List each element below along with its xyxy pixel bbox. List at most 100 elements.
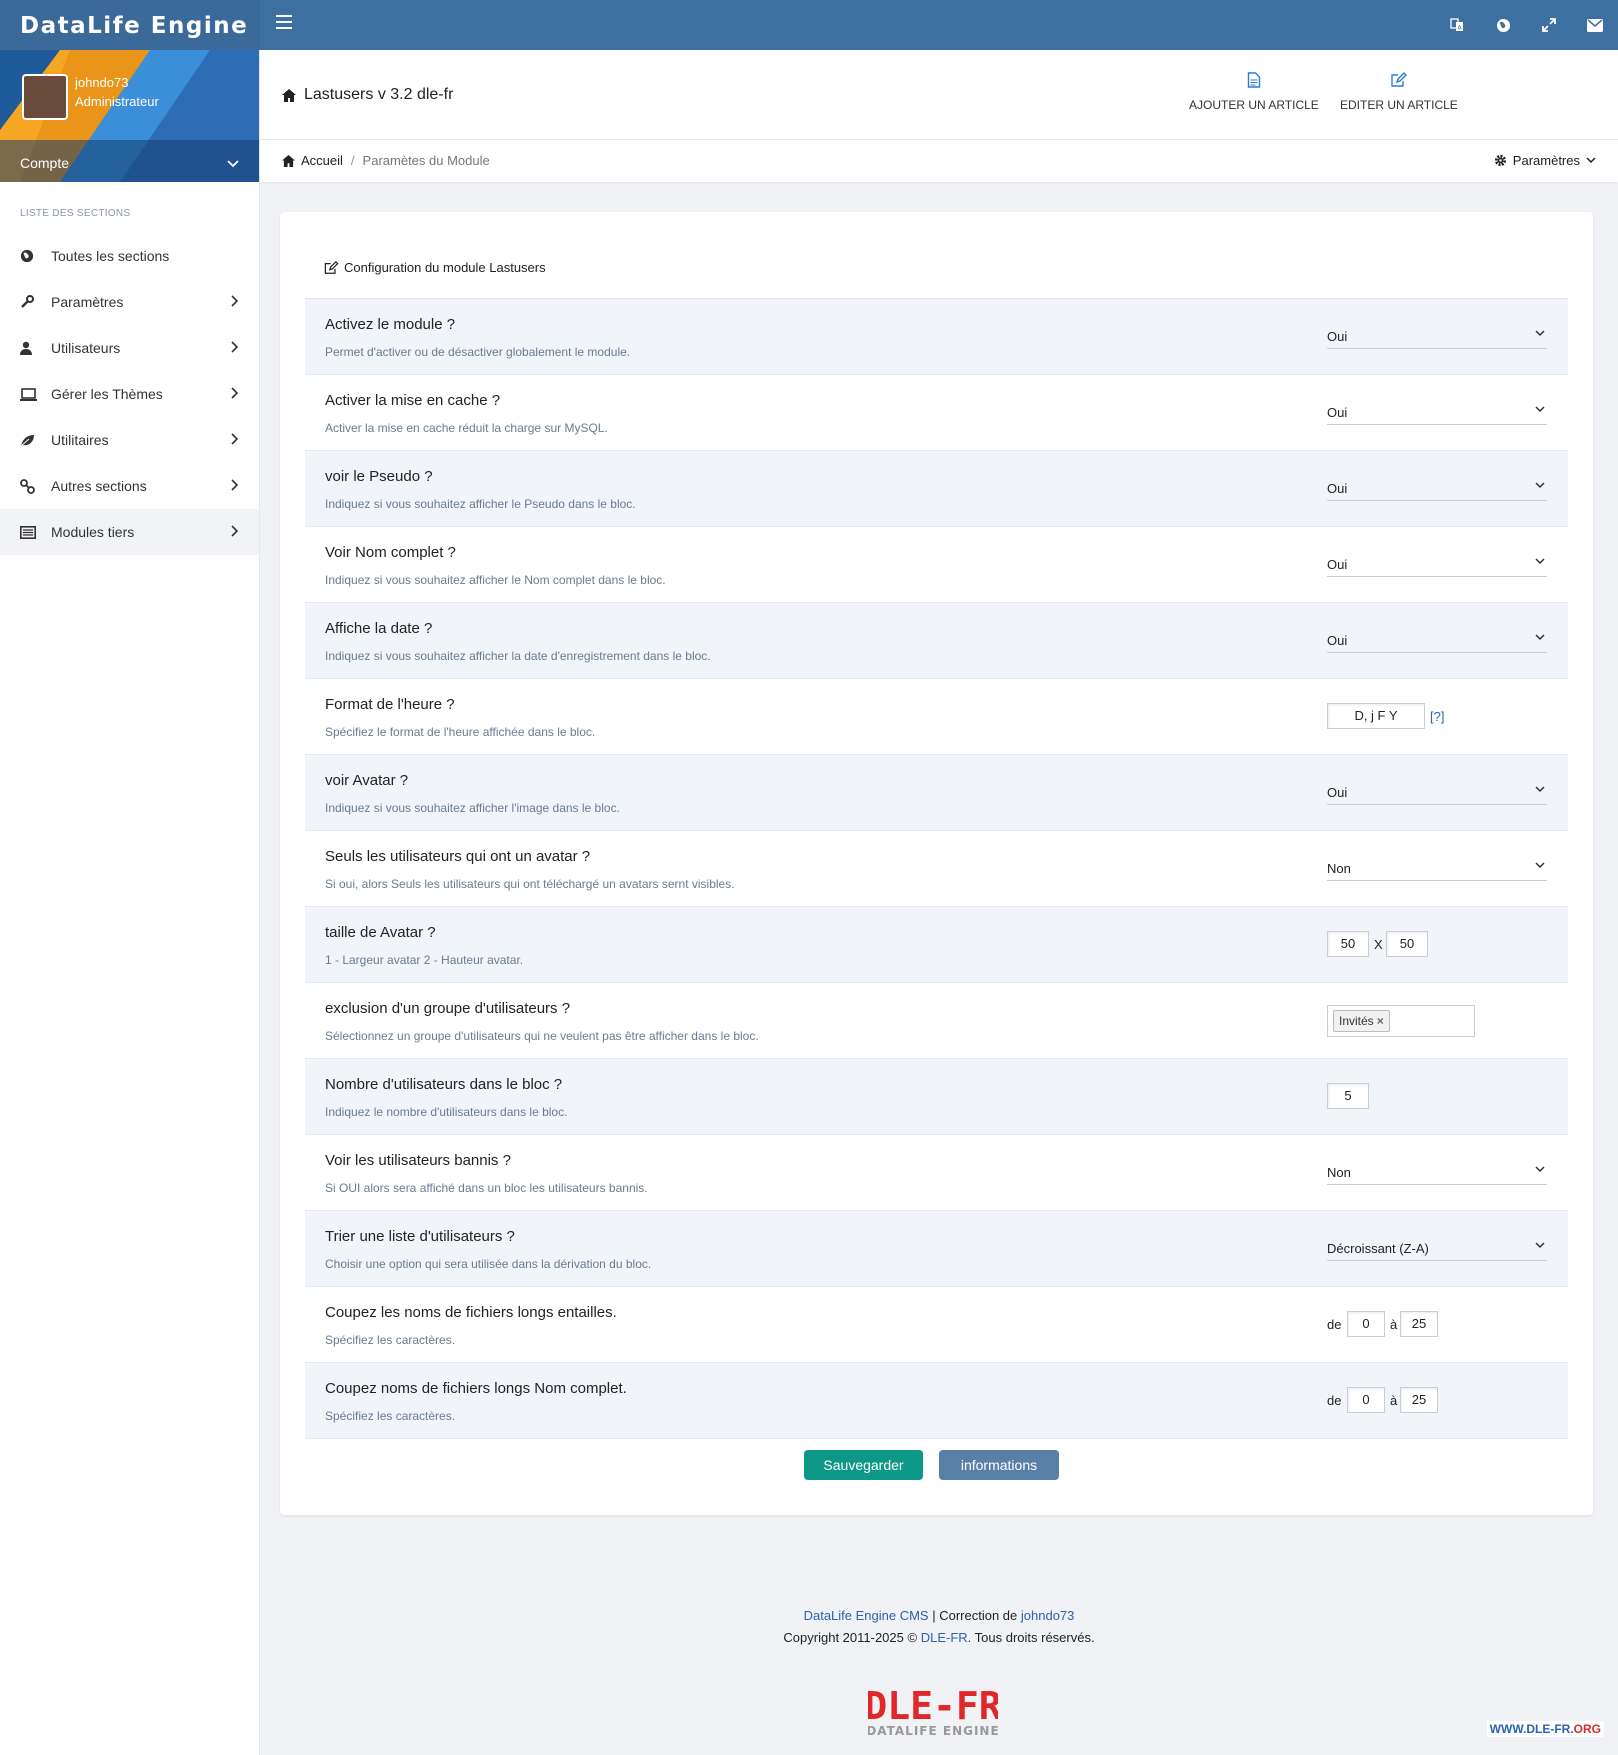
card-title: Configuration du module Lastusers [324, 260, 546, 275]
avatar-select[interactable]: Oui [1327, 783, 1547, 805]
banned-select[interactable]: Non [1327, 1163, 1547, 1185]
size-separator: X [1374, 937, 1383, 952]
setting-desc: Sélectionnez un groupe d'utilisateurs qu… [325, 1029, 759, 1043]
select-value: Oui [1327, 785, 1348, 800]
pseudo-select[interactable]: Oui [1327, 479, 1547, 501]
only-avatar-select[interactable]: Non [1327, 859, 1547, 881]
setting-label: Affiche la date ? [325, 620, 433, 637]
setting-desc: Si oui, alors Seuls les utilisateurs qui… [325, 877, 735, 891]
dle-fr-logo: DLE-FR DATALIFE ENGINE [868, 1684, 998, 1738]
select-value: Oui [1327, 633, 1348, 648]
account-menu[interactable]: Compte [0, 140, 259, 182]
cache-select[interactable]: Oui [1327, 403, 1547, 425]
sidebar-item-label: Gérer les Thèmes [51, 386, 163, 402]
chevron-right-icon [231, 295, 239, 307]
setting-row-cut-fullname: Coupez noms de fichiers longs Nom comple… [305, 1363, 1568, 1439]
chevron-down-icon [227, 160, 239, 168]
setting-row-pseudo: voir le Pseudo ? Indiquez si vous souhai… [305, 451, 1568, 527]
avatar-height-input[interactable]: 50 [1386, 931, 1428, 957]
menu-icon[interactable] [276, 15, 292, 33]
brand-logo[interactable]: DataLife Engine [0, 0, 260, 50]
setting-row-only-avatar: Seuls les utilisateurs qui ont un avatar… [305, 831, 1568, 907]
setting-desc: 1 - Largeur avatar 2 - Hauteur avatar. [325, 953, 524, 967]
site-link[interactable]: DLE-FR [921, 1630, 968, 1645]
setting-label: exclusion d'un groupe d'utilisateurs ? [325, 1000, 571, 1017]
time-format-help-link[interactable]: [?] [1430, 709, 1444, 724]
edit-article-button[interactable]: EDITER UN ARTICLE [1340, 72, 1458, 112]
user-name[interactable]: johndo73 [75, 75, 129, 90]
time-format-input[interactable]: D, j F Y [1327, 703, 1425, 729]
chevron-down-icon [1535, 558, 1545, 565]
to-label: à [1390, 1317, 1398, 1332]
breadcrumb-separator: / [350, 153, 355, 168]
settings-label: Paramètres [1512, 153, 1580, 168]
author-link[interactable]: johndo73 [1021, 1608, 1075, 1623]
sidebar-item-label: Toutes les sections [51, 248, 170, 264]
breadcrumb-home[interactable]: Accueil [301, 153, 343, 168]
setting-desc: Spécifiez les caractères. [325, 1409, 456, 1423]
group-tag-label: Invités [1339, 1014, 1374, 1028]
save-button[interactable]: Sauvegarder [804, 1450, 923, 1480]
sidebar-item-other-sections[interactable]: Autres sections [0, 463, 259, 509]
sidebar-item-label: Paramètres [51, 294, 124, 310]
sidebar: johndo73 Administrateur Compte LISTE DES… [0, 50, 260, 1755]
sidebar-item-settings[interactable]: Paramètres [0, 279, 259, 325]
sidebar-item-third-party-modules[interactable]: Modules tiers [0, 509, 259, 555]
sidebar-nav: Toutes les sections Paramètres Utilisate… [0, 233, 259, 555]
watermark-part-b: ORG [1573, 1722, 1601, 1736]
footer-copyright: Copyright 2011-2025 © [783, 1630, 918, 1645]
avatar-width-input[interactable]: 50 [1327, 931, 1369, 957]
setting-label: voir Avatar ? [325, 772, 409, 789]
translate-icon[interactable]: A [1434, 0, 1480, 50]
select-value: Décroissant (Z-A) [1327, 1241, 1429, 1256]
gear-icon [1494, 154, 1506, 167]
sort-select[interactable]: Décroissant (Z-A) [1327, 1239, 1547, 1261]
file-icon [1247, 72, 1261, 88]
setting-label: taille de Avatar ? [325, 924, 436, 941]
to-label: à [1390, 1393, 1398, 1408]
exclude-group-multiselect[interactable]: Invités × [1327, 1005, 1475, 1037]
chevron-right-icon [231, 433, 239, 445]
cut-fullname-to-input[interactable]: 25 [1400, 1387, 1438, 1413]
sidebar-item-label: Autres sections [51, 478, 147, 494]
setting-desc: Indiquez si vous souhaitez afficher le N… [325, 573, 666, 587]
setting-label: Activez le module ? [325, 316, 456, 333]
setting-label: voir le Pseudo ? [325, 468, 433, 485]
tag-remove-icon[interactable]: × [1377, 1014, 1384, 1028]
user-count-input[interactable]: 5 [1327, 1083, 1369, 1109]
module-select[interactable]: Oui [1327, 327, 1547, 349]
from-label: de [1327, 1393, 1342, 1408]
sidebar-item-users[interactable]: Utilisateurs [0, 325, 259, 371]
setting-desc: Spécifiez les caractères. [325, 1333, 456, 1347]
add-article-button[interactable]: AJOUTER UN ARTICLE [1189, 72, 1319, 112]
chevron-down-icon [1535, 1166, 1545, 1173]
chevron-right-icon [231, 387, 239, 399]
expand-icon[interactable] [1526, 0, 1572, 50]
sidebar-item-all-sections[interactable]: Toutes les sections [0, 233, 259, 279]
info-button[interactable]: informations [939, 1450, 1059, 1480]
setting-desc: Activer la mise en cache réduit la charg… [325, 421, 608, 435]
fullname-select[interactable]: Oui [1327, 555, 1547, 577]
select-value: Non [1327, 1165, 1351, 1180]
globe-icon[interactable] [1480, 0, 1526, 50]
cut-fullname-from-input[interactable]: 0 [1347, 1387, 1385, 1413]
cms-link[interactable]: DataLife Engine CMS [804, 1608, 929, 1623]
watermark-part-a: WWW.DLE-FR. [1489, 1722, 1574, 1736]
logo-text: DLE-FR [868, 1684, 998, 1728]
profile-panel: johndo73 Administrateur Compte [0, 50, 259, 182]
account-label: Compte [20, 155, 70, 171]
envelope-icon[interactable] [1572, 0, 1618, 50]
avatar[interactable] [22, 74, 68, 120]
sidebar-item-themes[interactable]: Gérer les Thèmes [0, 371, 259, 417]
cut-names-from-input[interactable]: 0 [1347, 1311, 1385, 1337]
cut-names-to-input[interactable]: 25 [1400, 1311, 1438, 1337]
chevron-right-icon [231, 479, 239, 491]
setting-row-avatar: voir Avatar ? Indiquez si vous souhaitez… [305, 755, 1568, 831]
sidebar-item-utilities[interactable]: Utilitaires [0, 417, 259, 463]
setting-label: Nombre d'utilisateurs dans le bloc ? [325, 1076, 563, 1093]
chevron-down-icon [1535, 1242, 1545, 1249]
page-header: Lastusers v 3.2 dle-fr AJOUTER UN ARTICL… [260, 50, 1618, 140]
top-navbar: DataLife Engine A [0, 0, 1618, 50]
date-select[interactable]: Oui [1327, 631, 1547, 653]
settings-dropdown[interactable]: Paramètres [1494, 153, 1596, 168]
